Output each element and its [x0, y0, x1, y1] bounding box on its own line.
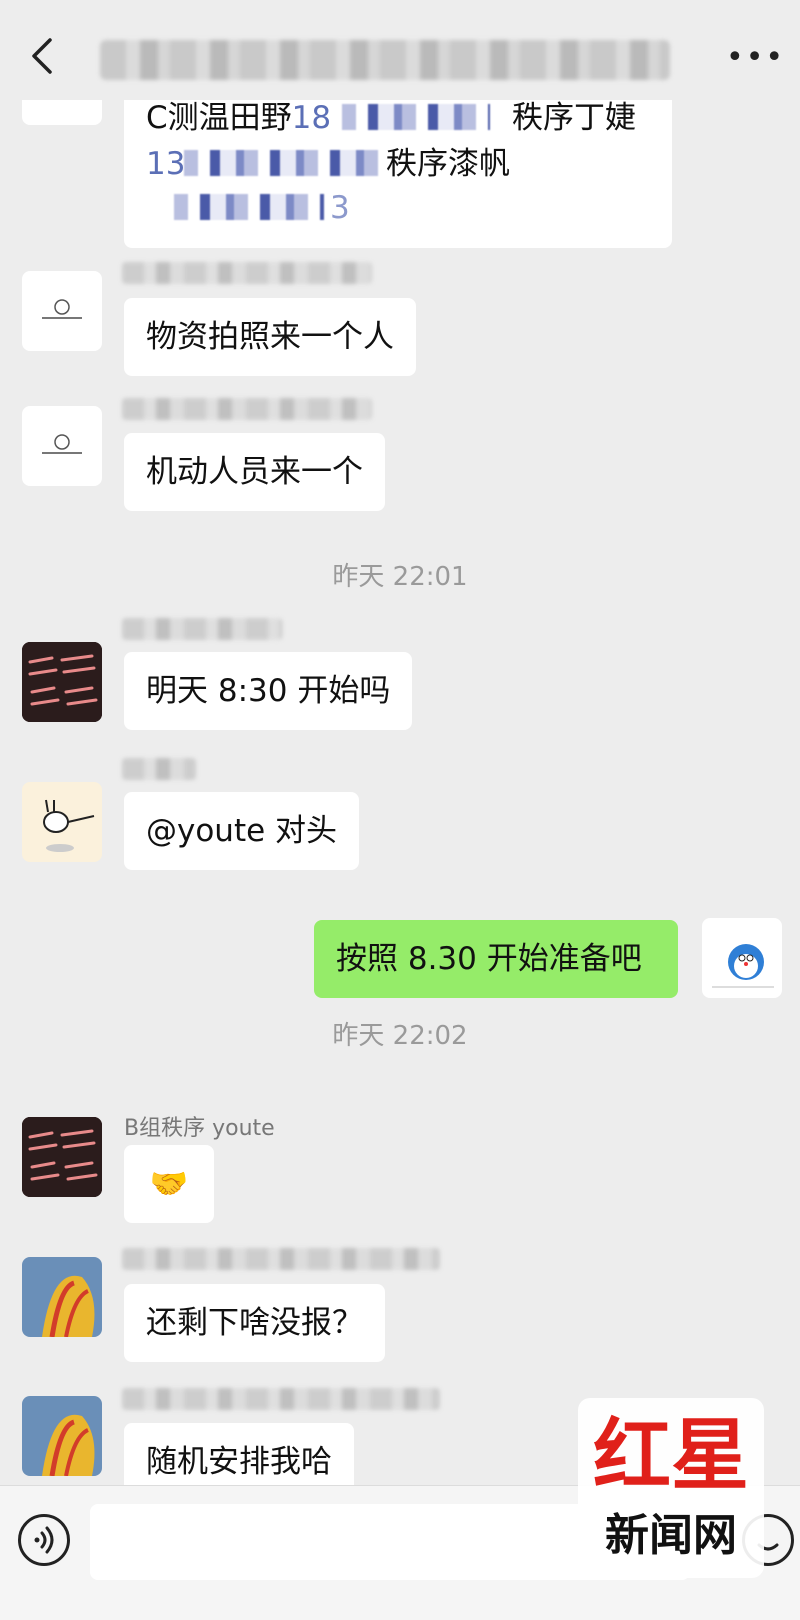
avatar[interactable]: [22, 1117, 102, 1197]
redacted-phone: [184, 150, 380, 176]
redacted-phone: [342, 104, 490, 130]
avatar[interactable]: [22, 782, 102, 862]
phone-fragment: 18: [291, 100, 332, 136]
sender-name-redacted: [122, 758, 196, 780]
phone-fragment: 13: [146, 146, 186, 182]
avatar[interactable]: [22, 406, 102, 486]
watermark-logo: 红星: [592, 1410, 749, 1501]
more-options-button[interactable]: •••: [726, 38, 783, 78]
publisher-watermark: 红星 新闻网: [578, 1398, 764, 1578]
back-button[interactable]: [24, 36, 64, 76]
timestamp: 昨天 22:01: [332, 562, 468, 592]
message-bubble[interactable]: 随机安排我哈: [124, 1423, 354, 1485]
message-bubble[interactable]: C测温田野18 秩序丁婕 13 秩序漆帆 3: [124, 100, 672, 248]
message-text: 物资拍照来一个人: [146, 319, 394, 355]
avatar[interactable]: [22, 1257, 102, 1337]
chat-title-redacted: [100, 40, 670, 80]
my-avatar[interactable]: [702, 918, 782, 998]
sender-name-redacted: [122, 618, 282, 640]
avatar[interactable]: [22, 271, 102, 351]
message-text: 机动人员来一个: [146, 454, 363, 490]
sender-name-redacted: [122, 1248, 440, 1270]
message-bubble[interactable]: 明天 8:30 开始吗: [124, 652, 413, 730]
voice-button[interactable]: [18, 1514, 70, 1566]
message-text: 秩序丁婕: [512, 100, 636, 136]
message-text: 按照 8.30 开始准备吧: [336, 941, 642, 977]
avatar[interactable]: [22, 1396, 102, 1476]
redacted-phone: [174, 194, 324, 220]
outgoing-message-bubble[interactable]: 按照 8.30 开始准备吧: [314, 920, 678, 998]
chat-history[interactable]: C测温田野18 秩序丁婕 13 秩序漆帆 3 物资拍照来一个人 机动人员来一个 …: [0, 100, 800, 1485]
sender-name-redacted: [122, 398, 372, 420]
timestamp: 昨天 22:02: [332, 1021, 468, 1051]
chalkboard-avatar-icon: [22, 642, 102, 722]
avatar[interactable]: [22, 100, 102, 125]
handshake-emoji: 🤝: [149, 1166, 189, 1202]
avatar[interactable]: [22, 642, 102, 722]
message-bubble[interactable]: 🤝: [124, 1145, 214, 1223]
sender-name-redacted: [122, 1388, 440, 1410]
chevron-left-icon: [32, 38, 52, 74]
sender-name-redacted: [122, 262, 372, 284]
message-line: C测温田野18: [146, 100, 331, 140]
message-bubble[interactable]: 机动人员来一个: [124, 433, 385, 511]
phone-fragment: 3: [330, 190, 350, 226]
balloon-avatar-icon: [22, 1396, 102, 1476]
message-text: @youte 对头: [146, 813, 338, 849]
sender-name: B组秩序 youte: [124, 1116, 275, 1141]
message-text: 明天 8:30 开始吗: [146, 673, 391, 709]
message-text: 秩序漆帆: [386, 146, 510, 182]
message-text: C测温田野: [146, 100, 292, 136]
message-bubble[interactable]: @youte 对头: [124, 792, 360, 870]
balloon-avatar-icon: [22, 1257, 102, 1337]
cartoon-avatar-icon: [43, 799, 95, 852]
watermark-text: 新闻网: [605, 1510, 737, 1561]
message-bubble[interactable]: 物资拍照来一个人: [124, 298, 416, 376]
voice-icon: [34, 1526, 54, 1554]
company-logo-icon: [42, 299, 82, 319]
message-bubble[interactable]: 还剩下啥没报？: [124, 1284, 385, 1362]
message-text: 随机安排我哈: [146, 1444, 332, 1480]
top-bar: •••: [0, 0, 800, 100]
doraemon-avatar-icon: [712, 944, 774, 988]
company-logo-icon: [42, 434, 82, 454]
chalkboard-avatar-icon: [22, 1117, 102, 1197]
message-text: 还剩下啥没报？: [146, 1305, 363, 1341]
